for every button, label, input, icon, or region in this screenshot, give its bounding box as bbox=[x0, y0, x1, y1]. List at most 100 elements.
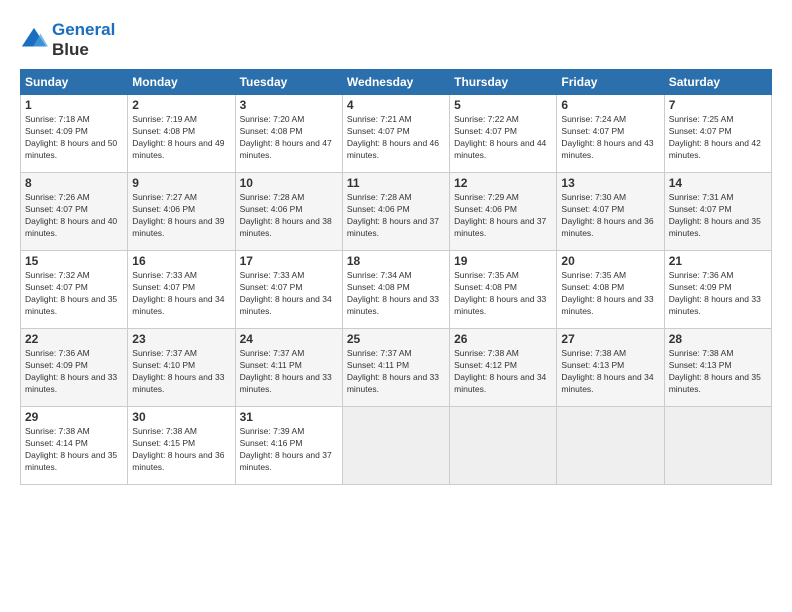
day-info: Sunrise: 7:18 AMSunset: 4:09 PMDaylight:… bbox=[25, 114, 117, 160]
logo-icon bbox=[20, 26, 48, 54]
header: General Blue bbox=[20, 16, 772, 59]
calendar-row: 8 Sunrise: 7:26 AMSunset: 4:07 PMDaylight… bbox=[21, 173, 772, 251]
day-info: Sunrise: 7:22 AMSunset: 4:07 PMDaylight:… bbox=[454, 114, 546, 160]
day-number: 28 bbox=[669, 332, 767, 346]
day-number: 7 bbox=[669, 98, 767, 112]
day-number: 22 bbox=[25, 332, 123, 346]
day-number: 3 bbox=[240, 98, 338, 112]
day-number: 5 bbox=[454, 98, 552, 112]
day-number: 18 bbox=[347, 254, 445, 268]
day-info: Sunrise: 7:38 AMSunset: 4:15 PMDaylight:… bbox=[132, 426, 224, 472]
day-info: Sunrise: 7:25 AMSunset: 4:07 PMDaylight:… bbox=[669, 114, 761, 160]
calendar-cell: 8 Sunrise: 7:26 AMSunset: 4:07 PMDaylight… bbox=[21, 173, 128, 251]
calendar-row: 1 Sunrise: 7:18 AMSunset: 4:09 PMDaylight… bbox=[21, 95, 772, 173]
day-info: Sunrise: 7:39 AMSunset: 4:16 PMDaylight:… bbox=[240, 426, 332, 472]
calendar-cell bbox=[342, 407, 449, 485]
day-number: 29 bbox=[25, 410, 123, 424]
day-info: Sunrise: 7:38 AMSunset: 4:13 PMDaylight:… bbox=[669, 348, 761, 394]
calendar-cell: 9 Sunrise: 7:27 AMSunset: 4:06 PMDaylight… bbox=[128, 173, 235, 251]
logo: General Blue bbox=[20, 20, 115, 59]
calendar-cell: 27 Sunrise: 7:38 AMSunset: 4:13 PMDayligh… bbox=[557, 329, 664, 407]
day-info: Sunrise: 7:33 AMSunset: 4:07 PMDaylight:… bbox=[240, 270, 332, 316]
calendar-cell: 23 Sunrise: 7:37 AMSunset: 4:10 PMDayligh… bbox=[128, 329, 235, 407]
th-thursday: Thursday bbox=[450, 70, 557, 95]
logo-blue: Blue bbox=[52, 40, 115, 60]
day-number: 26 bbox=[454, 332, 552, 346]
day-info: Sunrise: 7:29 AMSunset: 4:06 PMDaylight:… bbox=[454, 192, 546, 238]
day-info: Sunrise: 7:21 AMSunset: 4:07 PMDaylight:… bbox=[347, 114, 439, 160]
day-info: Sunrise: 7:37 AMSunset: 4:10 PMDaylight:… bbox=[132, 348, 224, 394]
day-info: Sunrise: 7:19 AMSunset: 4:08 PMDaylight:… bbox=[132, 114, 224, 160]
calendar-cell: 12 Sunrise: 7:29 AMSunset: 4:06 PMDayligh… bbox=[450, 173, 557, 251]
day-number: 9 bbox=[132, 176, 230, 190]
day-number: 21 bbox=[669, 254, 767, 268]
day-number: 1 bbox=[25, 98, 123, 112]
calendar-table: Sunday Monday Tuesday Wednesday Thursday… bbox=[20, 69, 772, 485]
th-friday: Friday bbox=[557, 70, 664, 95]
day-number: 31 bbox=[240, 410, 338, 424]
day-number: 15 bbox=[25, 254, 123, 268]
th-wednesday: Wednesday bbox=[342, 70, 449, 95]
day-info: Sunrise: 7:28 AMSunset: 4:06 PMDaylight:… bbox=[240, 192, 332, 238]
calendar-cell bbox=[450, 407, 557, 485]
calendar-cell: 4 Sunrise: 7:21 AMSunset: 4:07 PMDaylight… bbox=[342, 95, 449, 173]
day-info: Sunrise: 7:24 AMSunset: 4:07 PMDaylight:… bbox=[561, 114, 653, 160]
calendar-cell: 10 Sunrise: 7:28 AMSunset: 4:06 PMDayligh… bbox=[235, 173, 342, 251]
day-number: 12 bbox=[454, 176, 552, 190]
calendar-cell: 14Sunrise: 7:31 AMSunset: 4:07 PMDayligh… bbox=[664, 173, 771, 251]
day-number: 19 bbox=[454, 254, 552, 268]
calendar-cell: 24 Sunrise: 7:37 AMSunset: 4:11 PMDayligh… bbox=[235, 329, 342, 407]
day-info: Sunrise: 7:36 AMSunset: 4:09 PMDaylight:… bbox=[669, 270, 761, 316]
day-info: Sunrise: 7:37 AMSunset: 4:11 PMDaylight:… bbox=[347, 348, 439, 394]
calendar-cell: 26Sunrise: 7:38 AMSunset: 4:12 PMDayligh… bbox=[450, 329, 557, 407]
calendar-cell: 19 Sunrise: 7:35 AMSunset: 4:08 PMDayligh… bbox=[450, 251, 557, 329]
day-info: Sunrise: 7:38 AMSunset: 4:14 PMDaylight:… bbox=[25, 426, 117, 472]
calendar-cell: 7 Sunrise: 7:25 AMSunset: 4:07 PMDaylight… bbox=[664, 95, 771, 173]
day-info: Sunrise: 7:35 AMSunset: 4:08 PMDaylight:… bbox=[561, 270, 653, 316]
day-info: Sunrise: 7:38 AMSunset: 4:13 PMDaylight:… bbox=[561, 348, 653, 394]
day-info: Sunrise: 7:33 AMSunset: 4:07 PMDaylight:… bbox=[132, 270, 224, 316]
day-number: 14 bbox=[669, 176, 767, 190]
day-info: Sunrise: 7:35 AMSunset: 4:08 PMDaylight:… bbox=[454, 270, 546, 316]
calendar-cell: 29 Sunrise: 7:38 AMSunset: 4:14 PMDayligh… bbox=[21, 407, 128, 485]
day-number: 30 bbox=[132, 410, 230, 424]
calendar-cell: 30 Sunrise: 7:38 AMSunset: 4:15 PMDayligh… bbox=[128, 407, 235, 485]
calendar-cell: 21 Sunrise: 7:36 AMSunset: 4:09 PMDayligh… bbox=[664, 251, 771, 329]
day-info: Sunrise: 7:37 AMSunset: 4:11 PMDaylight:… bbox=[240, 348, 332, 394]
calendar-cell bbox=[664, 407, 771, 485]
calendar-cell: 22 Sunrise: 7:36 AMSunset: 4:09 PMDayligh… bbox=[21, 329, 128, 407]
calendar-cell: 16 Sunrise: 7:33 AMSunset: 4:07 PMDayligh… bbox=[128, 251, 235, 329]
day-number: 4 bbox=[347, 98, 445, 112]
day-number: 23 bbox=[132, 332, 230, 346]
day-info: Sunrise: 7:26 AMSunset: 4:07 PMDaylight:… bbox=[25, 192, 117, 238]
calendar-cell: 3 Sunrise: 7:20 AMSunset: 4:08 PMDaylight… bbox=[235, 95, 342, 173]
day-number: 27 bbox=[561, 332, 659, 346]
day-info: Sunrise: 7:36 AMSunset: 4:09 PMDaylight:… bbox=[25, 348, 117, 394]
calendar-cell: 15 Sunrise: 7:32 AMSunset: 4:07 PMDayligh… bbox=[21, 251, 128, 329]
calendar-cell: 6Sunrise: 7:24 AMSunset: 4:07 PMDaylight… bbox=[557, 95, 664, 173]
th-sunday: Sunday bbox=[21, 70, 128, 95]
day-number: 10 bbox=[240, 176, 338, 190]
calendar-cell: 17 Sunrise: 7:33 AMSunset: 4:07 PMDayligh… bbox=[235, 251, 342, 329]
calendar-cell: 20Sunrise: 7:35 AMSunset: 4:08 PMDayligh… bbox=[557, 251, 664, 329]
day-number: 13 bbox=[561, 176, 659, 190]
day-info: Sunrise: 7:27 AMSunset: 4:06 PMDaylight:… bbox=[132, 192, 224, 238]
calendar-cell: 1 Sunrise: 7:18 AMSunset: 4:09 PMDaylight… bbox=[21, 95, 128, 173]
calendar-row: 29 Sunrise: 7:38 AMSunset: 4:14 PMDayligh… bbox=[21, 407, 772, 485]
day-info: Sunrise: 7:20 AMSunset: 4:08 PMDaylight:… bbox=[240, 114, 332, 160]
logo-general: General bbox=[52, 20, 115, 39]
day-number: 11 bbox=[347, 176, 445, 190]
calendar-row: 22 Sunrise: 7:36 AMSunset: 4:09 PMDayligh… bbox=[21, 329, 772, 407]
day-number: 24 bbox=[240, 332, 338, 346]
calendar-cell bbox=[557, 407, 664, 485]
day-number: 16 bbox=[132, 254, 230, 268]
day-number: 8 bbox=[25, 176, 123, 190]
day-number: 17 bbox=[240, 254, 338, 268]
calendar-cell: 11Sunrise: 7:28 AMSunset: 4:06 PMDayligh… bbox=[342, 173, 449, 251]
th-monday: Monday bbox=[128, 70, 235, 95]
calendar-cell: 5 Sunrise: 7:22 AMSunset: 4:07 PMDaylight… bbox=[450, 95, 557, 173]
calendar-cell: 18Sunrise: 7:34 AMSunset: 4:08 PMDayligh… bbox=[342, 251, 449, 329]
th-saturday: Saturday bbox=[664, 70, 771, 95]
day-info: Sunrise: 7:32 AMSunset: 4:07 PMDaylight:… bbox=[25, 270, 117, 316]
main-container: General Blue Sunday Monday Tuesday Wedne… bbox=[0, 0, 792, 495]
